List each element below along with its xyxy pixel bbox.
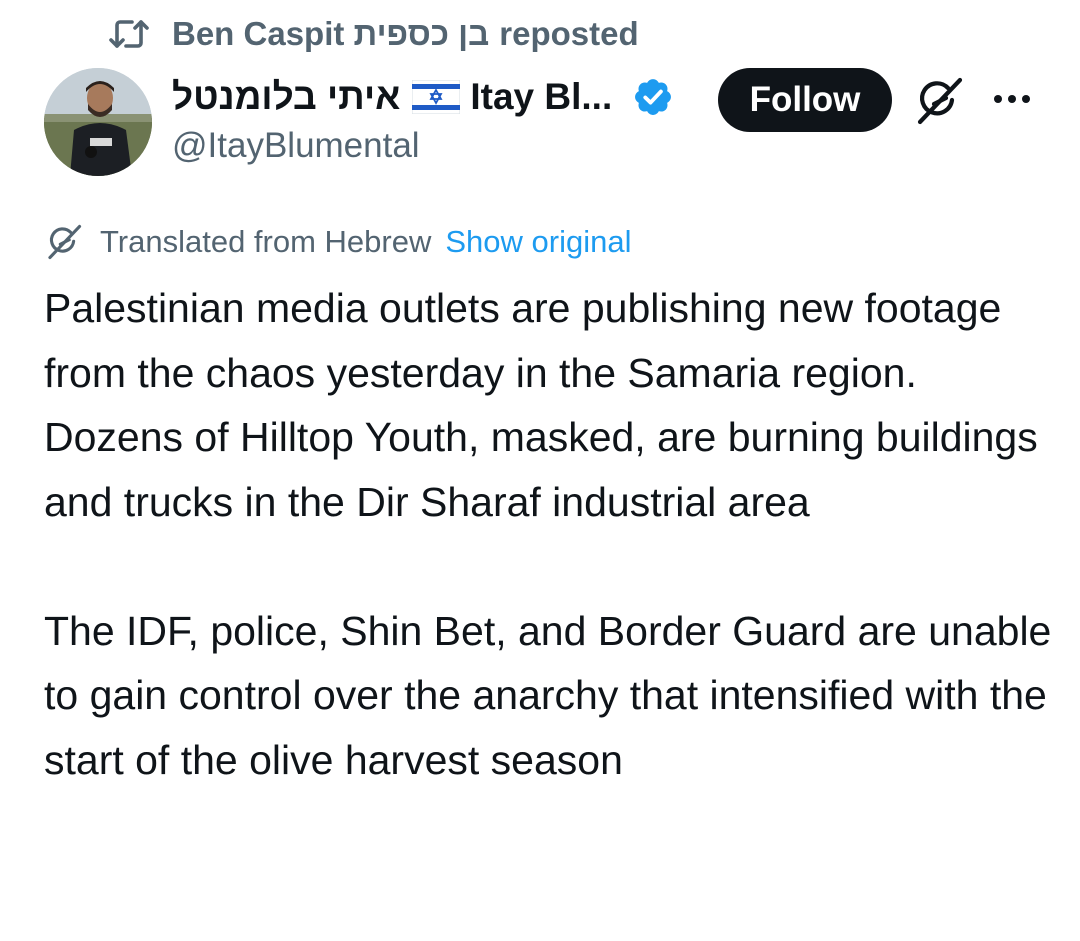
author-name-latin: Itay Bl... — [470, 76, 613, 117]
repost-icon — [108, 16, 150, 52]
show-original-link[interactable]: Show original — [445, 224, 631, 260]
grok-icon — [44, 222, 84, 262]
grok-icon[interactable] — [912, 74, 966, 128]
author-name-row[interactable]: איתי בלומנטל Itay Bl... — [172, 70, 674, 124]
more-options-icon[interactable] — [990, 84, 1034, 114]
repost-text: Ben Caspit בן כספית reposted — [172, 15, 639, 53]
repost-label: reposted — [499, 15, 639, 52]
tweet-text: Palestinian media outlets are publishing… — [44, 276, 1054, 792]
author-name-hebrew: איתי בלומנטל — [172, 76, 401, 117]
tweet-paragraph: Palestinian media outlets are publishing… — [44, 285, 1038, 525]
follow-button[interactable]: Follow — [718, 68, 892, 132]
translation-notice: Translated from Hebrew Show original — [44, 220, 631, 264]
tweet-paragraph: The IDF, police, Shin Bet, and Border Gu… — [44, 607, 1052, 783]
avatar[interactable] — [44, 68, 152, 176]
author-handle[interactable]: @ItayBlumental — [172, 126, 420, 166]
israel-flag-icon — [412, 80, 461, 114]
repost-header[interactable]: Ben Caspit בן כספית reposted — [108, 12, 639, 56]
translated-label: Translated from Hebrew — [100, 224, 432, 259]
verified-badge-icon — [632, 76, 674, 118]
reposter-name[interactable]: Ben Caspit בן כספית — [172, 15, 489, 53]
